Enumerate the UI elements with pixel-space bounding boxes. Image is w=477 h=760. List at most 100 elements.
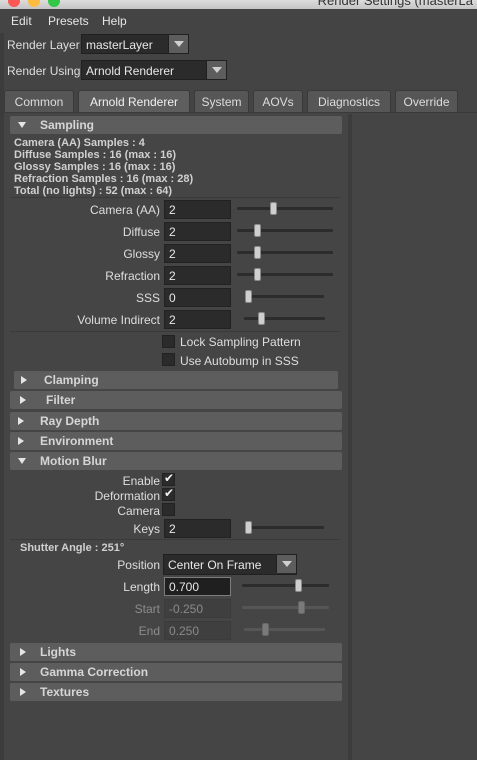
sss-value: 0 — [169, 291, 176, 305]
camera-aa-value: 2 — [169, 203, 176, 217]
triangle-right-icon — [21, 376, 27, 384]
section-filter-header[interactable]: Filter — [10, 391, 342, 409]
diffuse-value: 2 — [169, 225, 176, 239]
volume-indirect-label: Volume Indirect — [77, 313, 160, 327]
menu-edit[interactable]: Edit — [11, 14, 32, 28]
minimize-window-button[interactable] — [28, 0, 40, 7]
volume-indirect-value: 2 — [169, 313, 176, 327]
checkmark-icon: ✔ — [164, 471, 175, 485]
glossy-label: Glossy — [123, 247, 160, 261]
volume-indirect-field[interactable]: 2 — [164, 310, 231, 329]
chevron-down-icon — [168, 35, 188, 53]
render-using-label: Render Using — [7, 64, 81, 78]
sss-slider-handle[interactable] — [245, 290, 252, 303]
mb-keys-field[interactable]: 2 — [164, 519, 231, 538]
glossy-value: 2 — [169, 247, 176, 261]
diffuse-label: Diffuse — [122, 225, 160, 239]
section-ray-depth-header[interactable]: Ray Depth — [10, 412, 342, 430]
volume-indirect-slider-handle[interactable] — [258, 312, 265, 325]
volume-indirect-slider[interactable] — [244, 317, 325, 320]
triangle-down-icon — [18, 122, 26, 128]
mb-start-field: -0.250 — [164, 599, 231, 618]
menu-help[interactable]: Help — [102, 14, 127, 28]
mb-camera-checkbox[interactable] — [162, 503, 175, 516]
mb-enable-checkbox[interactable]: ✔ — [162, 471, 175, 486]
camera-aa-label: Camera (AA) — [89, 203, 160, 217]
triangle-right-icon — [20, 668, 26, 676]
mb-length-field[interactable]: 0.700 — [164, 577, 231, 596]
sampling-info-line: Diffuse Samples : 16 (max : 16) — [14, 149, 177, 161]
panel-scrollbar[interactable] — [348, 114, 352, 760]
use-autobump-label: Use Autobump in SSS — [180, 354, 299, 368]
mb-start-label: Start — [134, 602, 160, 616]
section-clamping-title: Clamping — [44, 373, 99, 387]
divider — [10, 539, 340, 540]
mb-start-slider-handle — [298, 601, 305, 614]
triangle-right-icon — [18, 437, 24, 445]
glossy-field[interactable]: 2 — [164, 244, 231, 263]
render-layer-dropdown[interactable]: masterLayer — [81, 34, 189, 54]
mb-position-label: Position — [117, 558, 160, 572]
section-gamma-correction-header[interactable]: Gamma Correction — [10, 663, 342, 681]
render-layer-value: masterLayer — [86, 38, 153, 52]
lock-sampling-pattern-label: Lock Sampling Pattern — [180, 335, 301, 349]
mb-camera-label: Camera — [117, 504, 160, 518]
checkmark-icon: ✔ — [164, 486, 175, 500]
tab-aovs[interactable]: AOVs — [253, 90, 303, 112]
mb-end-field: 0.250 — [164, 621, 231, 640]
refraction-slider[interactable] — [237, 273, 333, 276]
mb-deformation-label: Deformation — [94, 489, 160, 503]
diffuse-slider[interactable] — [237, 229, 333, 232]
tab-diagnostics[interactable]: Diagnostics — [307, 90, 391, 112]
camera-aa-field[interactable]: 2 — [164, 200, 231, 219]
window-titlebar: Render Settings (masterLa — [0, 0, 477, 9]
menu-presets[interactable]: Presets — [48, 14, 89, 28]
chevron-down-icon — [206, 61, 226, 79]
sss-field[interactable]: 0 — [164, 288, 231, 307]
mb-position-dropdown[interactable]: Center On Frame — [163, 554, 297, 575]
section-sampling-title: Sampling — [40, 118, 95, 132]
glossy-slider-handle[interactable] — [254, 246, 261, 259]
mb-keys-slider[interactable] — [245, 526, 324, 529]
refraction-slider-handle[interactable] — [254, 268, 261, 281]
tab-arnold-renderer[interactable]: Arnold Renderer — [78, 90, 190, 112]
triangle-right-icon — [20, 688, 26, 696]
triangle-down-icon — [18, 458, 26, 464]
window-title: Render Settings (masterLa — [317, 0, 473, 8]
section-environment-header[interactable]: Environment — [10, 432, 342, 450]
tab-system[interactable]: System — [194, 90, 249, 112]
section-sampling-header[interactable]: Sampling — [10, 116, 342, 134]
lock-sampling-pattern-checkbox[interactable] — [162, 335, 175, 348]
diffuse-slider-handle[interactable] — [254, 224, 261, 237]
camera-aa-slider-handle[interactable] — [270, 202, 277, 215]
section-clamping-header[interactable]: Clamping — [14, 371, 338, 389]
refraction-field[interactable]: 2 — [164, 266, 231, 285]
use-autobump-checkbox[interactable] — [162, 353, 175, 366]
glossy-slider[interactable] — [237, 251, 333, 254]
tab-common[interactable]: Common — [4, 90, 74, 112]
camera-aa-slider[interactable] — [237, 207, 333, 210]
tab-override[interactable]: Override — [395, 90, 458, 112]
diffuse-field[interactable]: 2 — [164, 222, 231, 241]
mb-position-value: Center On Frame — [168, 558, 262, 572]
sampling-info-line: Total (no lights) : 52 (max : 64) — [14, 185, 173, 197]
sampling-info-line: Camera (AA) Samples : 4 — [14, 137, 145, 149]
render-using-value: Arnold Renderer — [86, 64, 175, 78]
mb-keys-slider-handle[interactable] — [245, 521, 252, 534]
sss-slider[interactable] — [245, 295, 324, 298]
section-lights-header[interactable]: Lights — [10, 643, 342, 661]
render-using-dropdown[interactable]: Arnold Renderer — [81, 60, 227, 80]
section-motion-blur-header[interactable]: Motion Blur — [10, 452, 342, 470]
mb-length-slider-handle[interactable] — [295, 579, 302, 592]
mb-length-slider[interactable] — [242, 584, 329, 587]
mb-end-slider-handle — [262, 623, 269, 636]
mb-deformation-checkbox[interactable]: ✔ — [162, 486, 175, 501]
mb-keys-value: 2 — [169, 522, 176, 536]
zoom-window-button[interactable] — [48, 0, 60, 7]
shutter-angle-info: Shutter Angle : 251° — [20, 542, 125, 554]
mb-end-label: End — [138, 624, 160, 638]
mb-length-value: 0.700 — [169, 580, 200, 594]
close-window-button[interactable] — [8, 0, 20, 7]
section-textures-header[interactable]: Textures — [10, 683, 342, 701]
section-gamma-correction-title: Gamma Correction — [40, 665, 149, 679]
